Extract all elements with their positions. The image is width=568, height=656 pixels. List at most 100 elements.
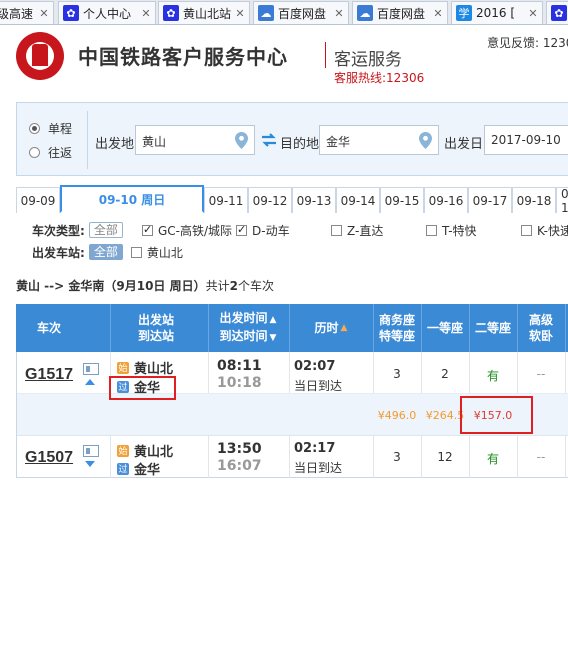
header-business-seat: 商务座 特等座 <box>373 304 421 352</box>
expand-down-icon[interactable] <box>85 461 95 467</box>
expand-up-icon[interactable] <box>85 379 95 385</box>
header-times[interactable]: 出发时间 ▲ 到达时间 ▼ <box>208 304 288 352</box>
table-row[interactable]: G1507 始黄山北 过金华 13:50 16:07 02:17 当日到达 3 … <box>17 436 568 478</box>
business-seat-count[interactable]: 3 <box>373 367 421 381</box>
browser-tab[interactable]: ✿ <box>546 1 568 24</box>
close-icon[interactable]: ✕ <box>139 7 153 20</box>
type-z-checkbox[interactable]: Z-直达 <box>331 222 383 239</box>
header-label: 高级 <box>528 313 553 327</box>
date-tab[interactable]: 09-14 <box>336 187 380 213</box>
train-type-filter: 车次类型: 全部 GC-高铁/城际 D-动车 Z-直达 T-特快 K-快速 <box>32 221 568 239</box>
business-seat-count[interactable]: 3 <box>373 450 421 464</box>
site-header: 中国铁路客户服务中心 客运服务 客服热线:12306 意见反馈: 12306 <box>0 25 568 93</box>
from-station-name: 黄山北 <box>134 362 174 377</box>
train-count: 2 <box>229 279 238 293</box>
header-label: 出发时间 ▲ <box>219 311 277 325</box>
date-tab[interactable]: 09-13 <box>292 187 336 213</box>
arrive-time: 10:18 <box>217 375 262 391</box>
browser-tab[interactable]: ☁ 百度网盘 ✕ <box>352 1 448 24</box>
date-tab[interactable]: 09-09 <box>16 187 60 213</box>
to-station-value: 金华 <box>326 135 351 149</box>
train-number-link[interactable]: G1517 <box>25 366 73 384</box>
browser-tab[interactable]: 级高速 ✕ <box>0 1 54 24</box>
header-label: 车次 <box>36 321 61 335</box>
type-gc-checkbox[interactable]: GC-高铁/城际 <box>142 222 232 239</box>
type-d-checkbox[interactable]: D-动车 <box>236 222 290 239</box>
date-tab[interactable]: 09-12 <box>248 187 292 213</box>
train-type-label: 车次类型: <box>32 223 85 238</box>
type-all-button[interactable]: 全部 <box>88 222 123 238</box>
swap-icon[interactable] <box>261 133 277 147</box>
railway-logo-icon[interactable] <box>16 32 64 80</box>
close-icon[interactable]: ✕ <box>233 7 247 20</box>
round-trip-radio[interactable]: 往返 <box>29 144 72 161</box>
from-station-name: 黄山北 <box>134 445 174 460</box>
date-tab[interactable]: 09-1 <box>556 187 568 213</box>
date-tab[interactable]: 09-15 <box>380 187 424 213</box>
date-input[interactable]: 2017-09-10 <box>484 125 568 155</box>
first-class-count[interactable]: 2 <box>421 367 469 381</box>
from-station[interactable]: 始黄山北 <box>117 358 173 377</box>
location-pin-icon[interactable] <box>419 132 432 149</box>
browser-tab[interactable]: ✿ 个人中心 ✕ <box>58 1 156 24</box>
date-tab[interactable]: 09-17 <box>468 187 512 213</box>
browser-tab-title: 百度网盘 <box>377 6 426 21</box>
date-tab[interactable]: 09-11 <box>204 187 248 213</box>
browser-tab[interactable]: ✿ 黄山北站 ✕ <box>158 1 250 24</box>
highlight-box-second-class-price <box>460 396 533 434</box>
date-tab-bar: 09-09 09-10 周日 09-11 09-12 09-13 09-14 0… <box>16 185 568 213</box>
browser-tab-title: 个人中心 <box>83 6 132 21</box>
type-d-label: D-动车 <box>252 223 290 238</box>
table-row[interactable]: G1517 始黄山北 过金华 08:11 10:18 02:07 当日到达 3 … <box>17 352 568 396</box>
browser-tab[interactable]: ☁ 百度网盘 ✕ <box>253 1 349 24</box>
sort-up-icon[interactable]: ▲ <box>341 320 348 336</box>
site-title: 中国铁路客户服务中心 <box>78 45 288 69</box>
browser-tab[interactable]: 学 2016 [ ✕ <box>451 1 543 24</box>
station-huangshanbei-checkbox[interactable]: 黄山北 <box>130 244 183 261</box>
checkbox-unchecked-icon[interactable] <box>331 224 342 236</box>
first-class-count[interactable]: 12 <box>421 450 469 464</box>
header-label: 出发站 <box>137 313 174 327</box>
one-way-radio[interactable]: 单程 <box>29 120 72 137</box>
service-title: 客运服务 <box>334 50 402 70</box>
to-station[interactable]: 过金华 <box>117 459 160 478</box>
sort-up-icon[interactable]: ▲ <box>270 315 277 325</box>
type-k-checkbox[interactable]: K-快速 <box>521 222 568 239</box>
close-icon[interactable]: ✕ <box>431 7 445 20</box>
second-class-availability[interactable]: 有 <box>469 367 517 384</box>
sort-down-icon[interactable]: ▼ <box>270 333 277 343</box>
train-info-icon[interactable] <box>83 445 99 457</box>
date-tab[interactable]: 09-16 <box>424 187 468 213</box>
station-huangshanbei-label: 黄山北 <box>146 245 183 260</box>
to-station-input[interactable]: 金华 <box>319 125 439 155</box>
arrive-day: 当日到达 <box>294 379 343 393</box>
from-label: 出发地 <box>95 137 135 152</box>
radio-unchecked-icon[interactable] <box>29 147 40 158</box>
checkbox-checked-icon[interactable] <box>236 223 247 236</box>
station-all-button[interactable]: 全部 <box>88 244 123 260</box>
close-icon[interactable]: ✕ <box>332 7 346 20</box>
from-station[interactable]: 始黄山北 <box>117 441 173 460</box>
type-z-label: Z-直达 <box>347 223 384 238</box>
checkbox-unchecked-icon[interactable] <box>521 224 532 236</box>
train-info-icon[interactable] <box>83 363 99 375</box>
close-icon[interactable]: ✕ <box>526 7 540 20</box>
checkbox-checked-icon[interactable] <box>142 223 153 236</box>
duration: 02:17 <box>294 441 336 456</box>
close-icon[interactable]: ✕ <box>37 7 51 20</box>
date-tab[interactable]: 09-18 <box>512 187 556 213</box>
radio-checked-icon[interactable] <box>29 123 40 134</box>
type-t-checkbox[interactable]: T-特快 <box>426 222 477 239</box>
location-pin-icon[interactable] <box>235 132 248 149</box>
header-duration[interactable]: 历时 ▲ <box>289 304 373 352</box>
date-tab-active[interactable]: 09-10 周日 <box>60 185 204 213</box>
checkbox-unchecked-icon[interactable] <box>426 224 437 236</box>
highlight-box-to-station <box>109 376 176 400</box>
feedback-link[interactable]: 意见反馈: 12306 <box>487 34 568 51</box>
train-number-link[interactable]: G1507 <box>25 449 73 467</box>
soft-sleeper-availability: -- <box>536 367 546 381</box>
from-station-input[interactable]: 黄山 <box>135 125 255 155</box>
checkbox-unchecked-icon[interactable] <box>130 246 142 258</box>
second-class-availability[interactable]: 有 <box>469 450 517 467</box>
divider <box>565 304 566 352</box>
